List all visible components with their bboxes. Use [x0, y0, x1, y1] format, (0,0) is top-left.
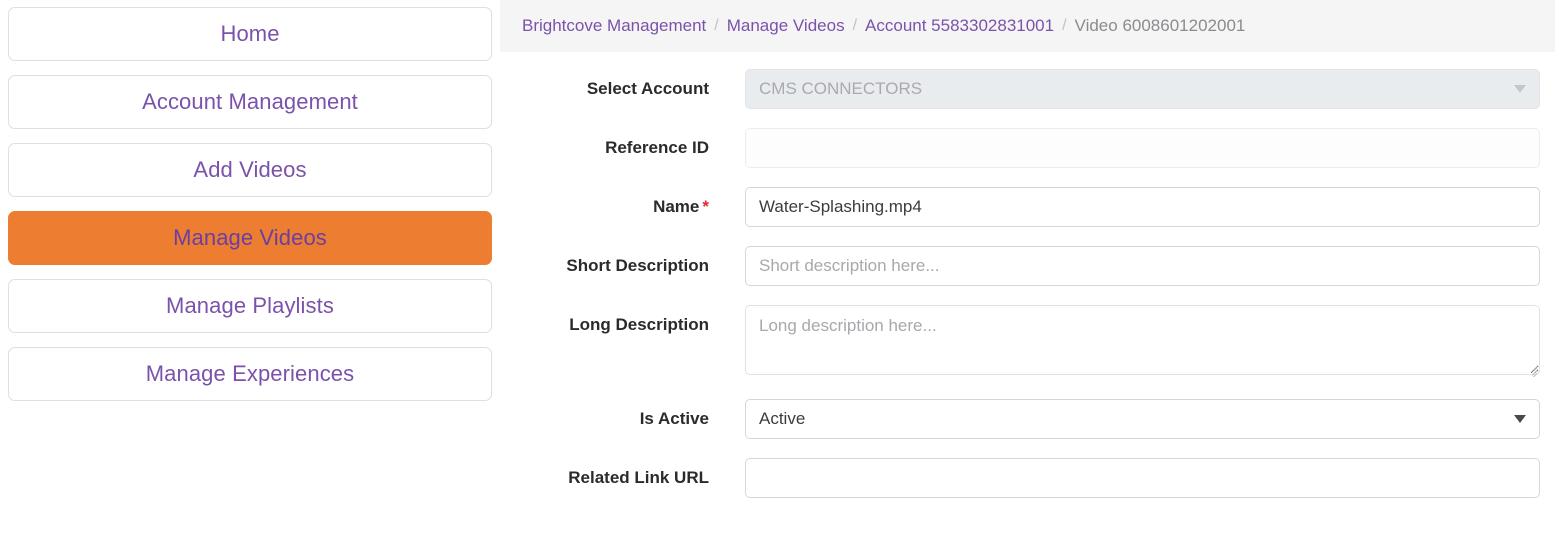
sidebar-item-manage-videos[interactable]: Manage Videos — [8, 211, 492, 265]
form-row-select-account: Select Account — [500, 69, 1540, 109]
form-row-is-active: Is Active — [500, 399, 1540, 439]
breadcrumb-item-video-current: Video 6008601202001 — [1075, 16, 1246, 36]
sidebar-item-label: Manage Playlists — [166, 295, 334, 317]
breadcrumb-item-brightcove-management[interactable]: Brightcove Management — [522, 16, 706, 36]
select-account-control — [745, 69, 1540, 109]
app-root: Home Account Management Add Videos Manag… — [0, 0, 1555, 555]
is-active-label: Is Active — [500, 399, 745, 439]
name-control — [745, 187, 1540, 227]
form-row-related-link-url: Related Link URL — [500, 458, 1540, 498]
long-description-label: Long Description — [500, 305, 745, 345]
is-active-select[interactable] — [745, 399, 1540, 439]
sidebar-item-label: Account Management — [142, 91, 358, 113]
related-link-url-input[interactable] — [745, 458, 1540, 498]
is-active-control — [745, 399, 1540, 439]
related-link-url-control — [745, 458, 1540, 498]
form-row-reference-id: Reference ID — [500, 128, 1540, 168]
name-label: Name* — [500, 187, 745, 227]
breadcrumb-separator: / — [714, 17, 718, 35]
related-link-url-label: Related Link URL — [500, 458, 745, 498]
video-edit-form: Select Account Reference ID Name* — [500, 52, 1555, 498]
select-account-select — [745, 69, 1540, 109]
short-description-label: Short Description — [500, 246, 745, 286]
breadcrumb-item-manage-videos[interactable]: Manage Videos — [727, 16, 845, 36]
short-description-control — [745, 246, 1540, 286]
sidebar-item-label: Manage Videos — [173, 227, 327, 249]
sidebar-item-manage-playlists[interactable]: Manage Playlists — [8, 279, 492, 333]
form-row-long-description: Long Description — [500, 305, 1540, 380]
sidebar-item-home[interactable]: Home — [8, 7, 492, 61]
sidebar-item-account-management[interactable]: Account Management — [8, 75, 492, 129]
sidebar-item-manage-experiences[interactable]: Manage Experiences — [8, 347, 492, 401]
select-account-label: Select Account — [500, 69, 745, 109]
form-row-short-description: Short Description — [500, 246, 1540, 286]
breadcrumb-separator: / — [853, 17, 857, 35]
reference-id-input[interactable] — [745, 128, 1540, 168]
name-input[interactable] — [745, 187, 1540, 227]
main-content: Brightcove Management / Manage Videos / … — [500, 0, 1555, 517]
reference-id-control — [745, 128, 1540, 168]
breadcrumb-item-account[interactable]: Account 5583302831001 — [865, 16, 1054, 36]
long-description-textarea[interactable] — [745, 305, 1540, 375]
sidebar-nav: Home Account Management Add Videos Manag… — [0, 0, 500, 415]
breadcrumb: Brightcove Management / Manage Videos / … — [500, 0, 1555, 52]
short-description-input[interactable] — [745, 246, 1540, 286]
long-description-control — [745, 305, 1540, 380]
sidebar-item-label: Manage Experiences — [146, 363, 354, 385]
breadcrumb-separator: / — [1062, 17, 1066, 35]
sidebar-item-label: Home — [220, 23, 279, 45]
reference-id-label: Reference ID — [500, 128, 745, 168]
sidebar-item-add-videos[interactable]: Add Videos — [8, 143, 492, 197]
sidebar-item-label: Add Videos — [193, 159, 306, 181]
required-asterisk: * — [702, 197, 709, 216]
form-row-name: Name* — [500, 187, 1540, 227]
name-label-text: Name — [653, 197, 699, 216]
